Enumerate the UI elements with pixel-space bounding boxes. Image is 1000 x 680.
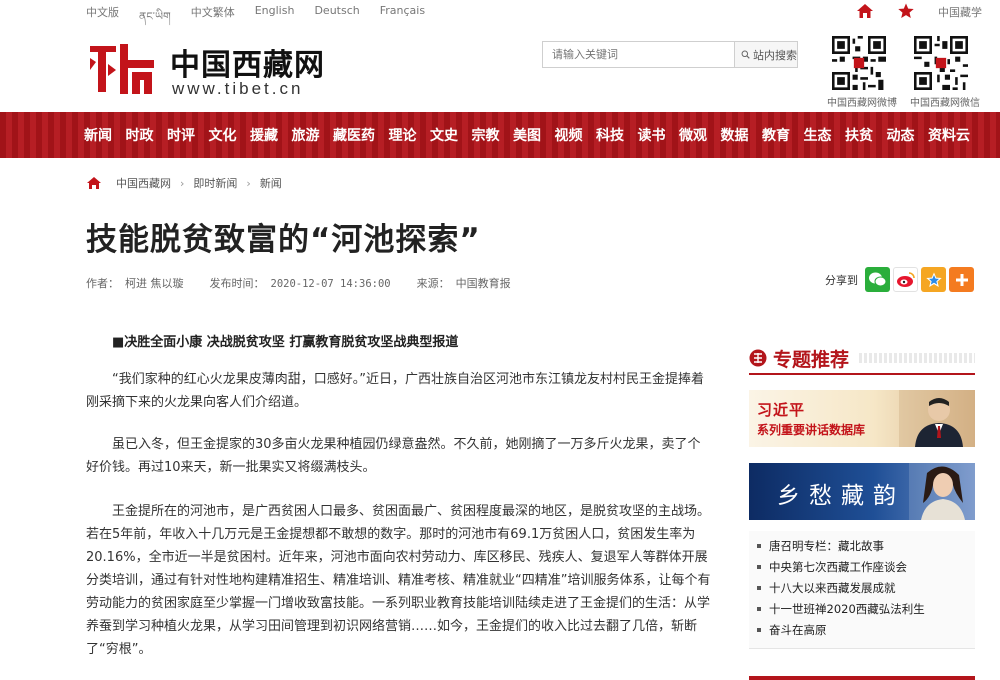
site-logo-text[interactable]: 中国西藏网 (170, 40, 325, 84)
article-paragraph-2: 虽已入冬，但王金提家的30多亩火龙果种植园仍绿意盎然。不久前，她刚摘了一万多斤火… (86, 433, 712, 479)
sidebar-bottom-stripe (749, 676, 975, 680)
share-more-plus-icon[interactable] (949, 267, 974, 292)
nav-item[interactable]: 理论 (389, 125, 417, 145)
sidebar-topic-label: 十一世班禅2020西藏弘法利生 (769, 601, 925, 616)
sidebar-topic-item[interactable]: 中央第七次西藏工作座谈会 (749, 556, 975, 577)
favorite-star-icon[interactable] (897, 2, 915, 20)
breadcrumb-separator: › (246, 176, 251, 190)
banner-subtitle: 系列重要讲话数据库 (757, 423, 866, 437)
wechat-qr-label: 中国西藏网微信 (910, 98, 980, 109)
bullet-icon (757, 606, 761, 611)
site-logo-icon[interactable] (86, 40, 158, 98)
bullet-icon (757, 543, 761, 548)
paragraph-text: 王金提所在的河池市，是广西贫困人口最多、贫困面最广、贫困程度最深的地区，是脱贫攻… (86, 504, 711, 657)
search-icon (741, 50, 750, 59)
nav-item[interactable]: 时政 (126, 125, 154, 145)
bullet-icon (757, 564, 761, 569)
nav-item[interactable]: 旅游 (292, 125, 320, 145)
main-nav: 新闻 时政 时评 文化 援藏 旅游 藏医药 理论 文史 宗教 美图 视频 科技 读书 微观 数据 教育 生态 扶贫动… (0, 112, 1000, 158)
share-bar: 分享到 (825, 267, 974, 292)
sidebar-topic-item[interactable]: 唐召明专栏：藏北故事 (749, 535, 975, 556)
breadcrumb-home-icon[interactable] (86, 176, 102, 190)
bullet-icon (757, 585, 761, 590)
weibo-qr-label: 中国西藏网微博 (827, 98, 897, 109)
share-wechat-icon[interactable] (865, 267, 890, 292)
author-name: 柯进 焦以璇 (125, 277, 184, 290)
speaker-portrait-icon (899, 390, 975, 447)
sidebar-title: 专题推荐 (773, 348, 850, 371)
date-label: 发布时间： (209, 277, 265, 290)
breadcrumb: 中国西藏网 › 即时新闻 › 新闻 (86, 174, 282, 192)
article-meta: 作者： 柯进 焦以璇 发布时间： 2020-12-07 14:36:00 来源： 中国… (86, 275, 537, 291)
nav-item[interactable]: 扶贫 (845, 125, 873, 145)
language-bar: 中文版 ནང་ཡིག 中文繁体 English Deutsch Français… (0, 0, 1000, 24)
search-button-label: 站内搜索 (753, 48, 797, 62)
sidebar-topic-label: 十八大以来西藏发展成就 (769, 580, 896, 595)
publish-date: 2020-12-07 14:36:00 (270, 278, 391, 290)
sidebar-header: 专题推荐 (749, 344, 975, 372)
nav-item[interactable]: 新闻 (84, 125, 112, 145)
nav-item[interactable]: 资料云 (928, 125, 970, 145)
search-box: 站内搜索 (542, 41, 798, 68)
nav-item[interactable]: 藏医药 (333, 125, 375, 145)
china-tibetology-link[interactable]: 中国藏学 (938, 4, 982, 20)
topic-emblem-icon (749, 349, 767, 367)
nav-item[interactable]: 科技 (596, 125, 624, 145)
breadcrumb-item-site[interactable]: 中国西藏网 (116, 175, 171, 191)
woman-portrait-icon (909, 463, 975, 520)
nav-item[interactable]: 时评 (167, 125, 195, 145)
share-label: 分享到 (825, 273, 858, 287)
nostalgia-tibet-banner[interactable]: 乡愁藏韵 (749, 463, 975, 520)
sidebar-title-decoration (859, 353, 975, 363)
article-paragraph-1: “我们家种的红心火龙果皮薄肉甜，口感好。”近日，广西壮族自治区河池市东江镇龙友村… (86, 368, 712, 414)
weibo-qr-code-icon (832, 36, 886, 90)
topic-series-label: ■决胜全面小康 决战脱贫攻坚 打赢教育脱贫攻坚战典型报道 (112, 335, 459, 350)
sidebar-title-underline (749, 373, 975, 375)
main-nav-items: 新闻 时政 时评 文化 援藏 旅游 藏医药 理论 文史 宗教 美图 视频 科技 读书 微观 数据 教育 生态 扶贫动… (84, 112, 984, 158)
nav-item[interactable]: 美图 (513, 125, 541, 145)
paragraph-text: 虽已入冬，但王金提家的30多亩火龙果种植园仍绿意盎然。不久前，她刚摘了一万多斤火… (86, 437, 701, 475)
share-weibo-icon[interactable] (893, 267, 918, 292)
bullet-icon (757, 627, 761, 632)
breadcrumb-item-news[interactable]: 新闻 (260, 175, 282, 191)
home-icon[interactable] (856, 2, 874, 20)
sidebar-topic-item[interactable]: 十八大以来西藏发展成就 (749, 577, 975, 598)
sidebar-topic-label: 中央第七次西藏工作座谈会 (769, 559, 907, 574)
nav-item[interactable]: 文化 (209, 125, 237, 145)
xi-speech-database-banner[interactable]: 习近平 系列重要讲话数据库 (749, 390, 975, 447)
wechat-qr-code-icon (914, 36, 968, 90)
nav-item[interactable]: 微观 (679, 125, 707, 145)
author-label: 作者： (86, 277, 119, 290)
nav-item[interactable]: 数据 (721, 125, 749, 145)
nav-item[interactable]: 动态 (887, 125, 915, 145)
breadcrumb-item-instant-news[interactable]: 即时新闻 (193, 175, 237, 191)
sidebar-topic-item[interactable]: 十一世班禅2020西藏弘法利生 (749, 598, 975, 619)
nav-item[interactable]: 读书 (638, 125, 666, 145)
nav-item[interactable]: 文史 (430, 125, 458, 145)
paragraph-text: “我们家种的红心火龙果皮薄肉甜，口感好。”近日，广西壮族自治区河池市东江镇龙友村… (86, 372, 704, 410)
breadcrumb-separator: › (180, 176, 185, 190)
site-header: 中国西藏网 www.tibet.cn 站内搜索 中国西藏网微博 中国西藏网微信 (0, 24, 1000, 112)
share-qzone-star-icon[interactable] (921, 267, 946, 292)
source-label: 来源： (416, 277, 450, 290)
nav-item[interactable]: 援藏 (250, 125, 278, 145)
site-logo-url[interactable]: www.tibet.cn (172, 79, 303, 99)
sidebar-topic-list: 唐召明专栏：藏北故事中央第七次西藏工作座谈会 十八大以来西藏发展成就十一世班禅20… (749, 531, 975, 649)
search-input[interactable] (543, 42, 733, 67)
sidebar-topic-item[interactable]: 奋斗在高原 (749, 619, 975, 640)
article-title: 技能脱贫致富的“河池探索” (86, 222, 481, 258)
sidebar-topic-label: 奋斗在高原 (769, 622, 827, 637)
nav-item[interactable]: 教育 (762, 125, 790, 145)
sidebar-topic-label: 唐召明专栏：藏北故事 (769, 538, 884, 553)
search-button[interactable]: 站内搜索 (734, 42, 797, 67)
nav-item[interactable]: 生态 (804, 125, 832, 145)
article-source: 中国教育报 (455, 277, 511, 290)
banner-title: 习近平 (757, 401, 806, 419)
banner-title: 乡愁藏韵 (777, 483, 905, 509)
article-paragraph-3: 王金提所在的河池市，是广西贫困人口最多、贫困面最广、贫困程度最深的地区，是脱贫攻… (86, 500, 712, 661)
nav-item[interactable]: 视频 (555, 125, 583, 145)
nav-item[interactable]: 宗教 (472, 125, 500, 145)
